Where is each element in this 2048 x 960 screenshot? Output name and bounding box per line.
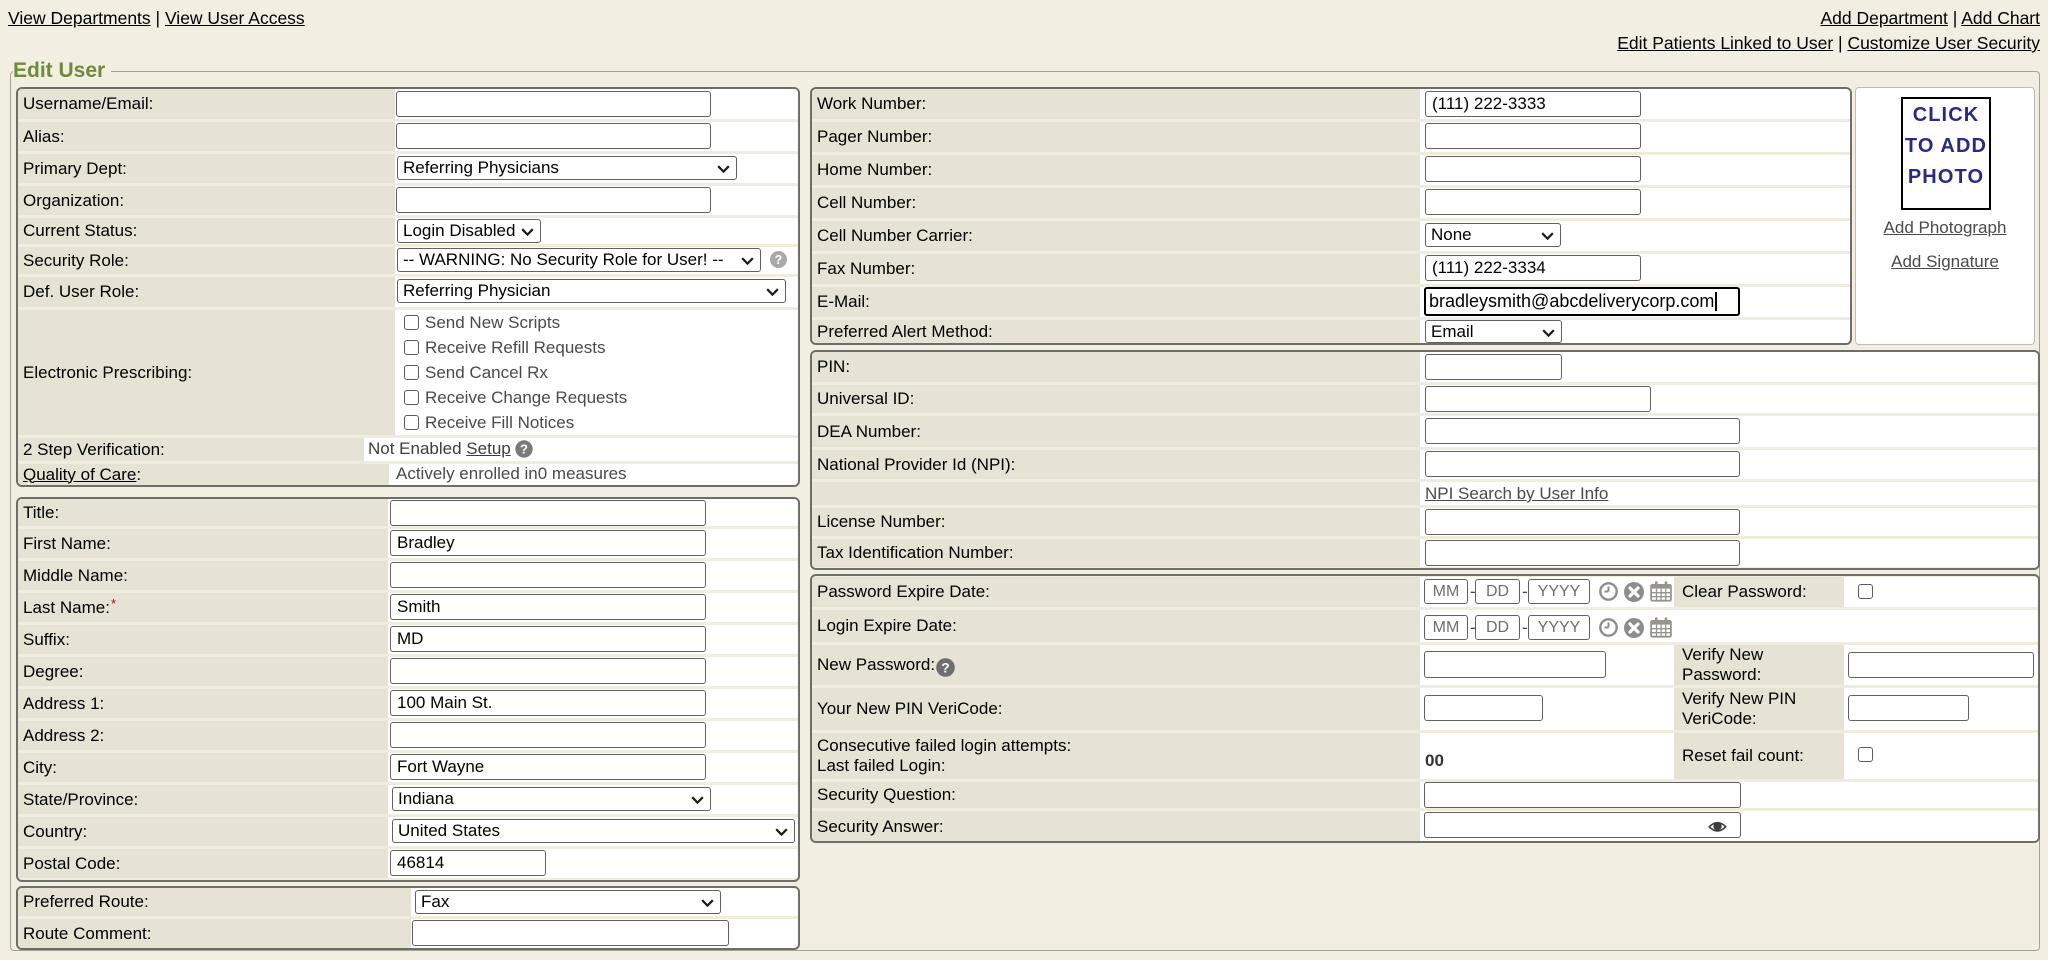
svg-text:?: ? — [775, 253, 783, 267]
svg-text:?: ? — [520, 442, 528, 457]
svg-text:?: ? — [941, 660, 949, 675]
